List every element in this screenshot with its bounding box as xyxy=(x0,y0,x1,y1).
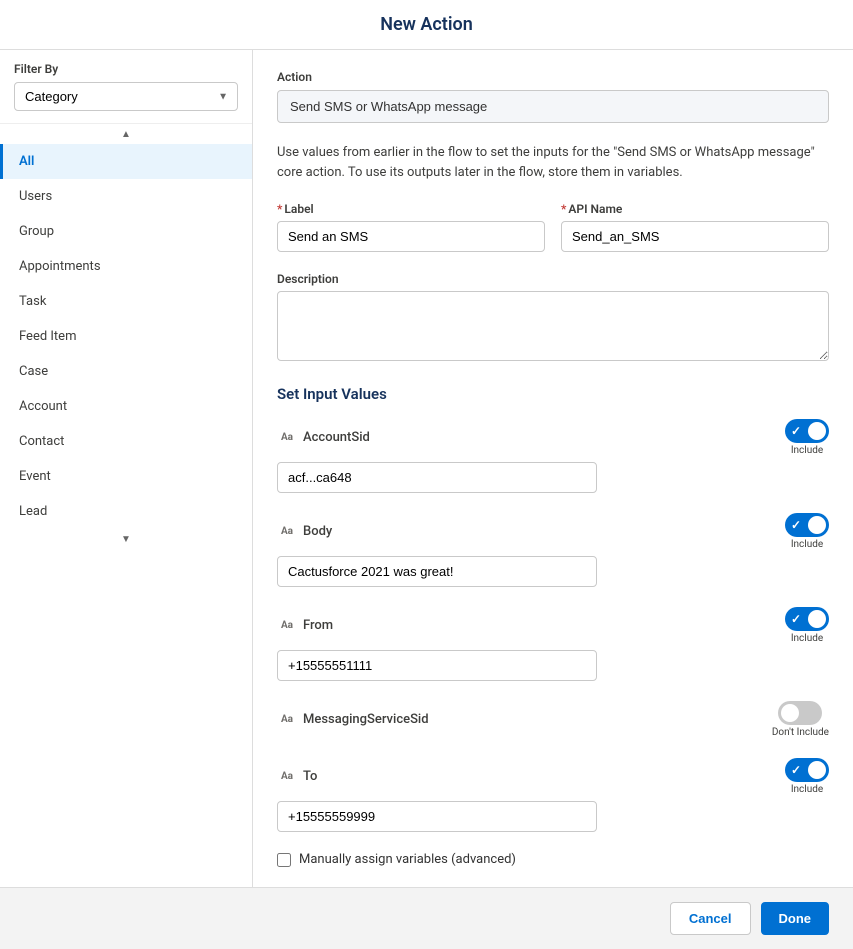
type-icon-messaging-service-sid: Aa xyxy=(277,712,297,728)
modal-title: New Action xyxy=(380,14,473,35)
field-name-to: To xyxy=(303,769,317,784)
field-name-body: Body xyxy=(303,524,332,539)
description-label: Description xyxy=(277,272,829,286)
value-input-to[interactable] xyxy=(277,801,597,832)
type-icon-body: Aa xyxy=(277,524,297,540)
toggle-from[interactable]: ✓ xyxy=(785,607,829,631)
action-field-input[interactable] xyxy=(277,90,829,123)
sidebar-item-users[interactable]: Users xyxy=(0,179,252,214)
field-name-messaging-service-sid: MessagingServiceSid xyxy=(303,712,429,727)
category-filter-select[interactable]: Category xyxy=(14,82,238,111)
info-text: Use values from earlier in the flow to s… xyxy=(277,143,829,182)
label-group: *Label xyxy=(277,202,545,252)
field-row-body: Aa Body ✓ Include xyxy=(277,513,829,587)
required-star-label: * xyxy=(277,202,282,216)
sidebar-item-task[interactable]: Task xyxy=(0,284,252,319)
sidebar-item-group[interactable]: Group xyxy=(0,214,252,249)
field-label-from: Aa From xyxy=(277,618,333,634)
modal-container: New Action Filter By Category ▼ ▲ All Us… xyxy=(0,0,853,949)
sidebar-items-list: All Users Group Appointments Task Feed I… xyxy=(0,144,252,529)
done-button[interactable]: Done xyxy=(761,902,830,935)
toggle-label-from: Include xyxy=(791,633,823,644)
filter-section: Filter By Category ▼ xyxy=(0,50,252,124)
api-name-group: *API Name xyxy=(561,202,829,252)
advanced-checkbox-row: Manually assign variables (advanced) xyxy=(277,852,829,867)
field-header-messaging-service-sid: Aa MessagingServiceSid Don't Include xyxy=(277,701,829,738)
toggle-to[interactable]: ✓ xyxy=(785,758,829,782)
toggle-label-to: Include xyxy=(791,784,823,795)
type-icon-to: Aa xyxy=(277,769,297,785)
advanced-checkbox[interactable] xyxy=(277,853,291,867)
description-textarea[interactable] xyxy=(277,291,829,361)
field-name-account-sid: AccountSid xyxy=(303,430,370,445)
field-label-messaging-service-sid: Aa MessagingServiceSid xyxy=(277,712,429,728)
toggle-account-sid[interactable]: ✓ xyxy=(785,419,829,443)
sidebar-list-wrapper: ▲ All Users Group Appointments Task Feed… xyxy=(0,124,252,887)
api-name-field-label: *API Name xyxy=(561,202,829,216)
required-star-api: * xyxy=(561,202,566,216)
description-group: Description xyxy=(277,272,829,365)
toggle-group-account-sid: ✓ Include xyxy=(785,419,829,456)
modal-body: Filter By Category ▼ ▲ All Users Group A… xyxy=(0,50,853,887)
sidebar: Filter By Category ▼ ▲ All Users Group A… xyxy=(0,50,253,887)
field-row-account-sid: Aa AccountSid ✓ Include xyxy=(277,419,829,493)
sidebar-item-event[interactable]: Event xyxy=(0,459,252,494)
field-header-from: Aa From ✓ Include xyxy=(277,607,829,644)
value-input-account-sid[interactable] xyxy=(277,462,597,493)
sidebar-item-contact[interactable]: Contact xyxy=(0,424,252,459)
filter-label: Filter By xyxy=(14,62,238,76)
field-label-to: Aa To xyxy=(277,769,317,785)
field-header-account-sid: Aa AccountSid ✓ Include xyxy=(277,419,829,456)
modal-header: New Action xyxy=(0,0,853,50)
action-section: Action xyxy=(277,70,829,123)
field-label-account-sid: Aa AccountSid xyxy=(277,430,370,446)
filter-select-wrapper: Category ▼ xyxy=(14,82,238,111)
label-api-row: *Label *API Name xyxy=(277,202,829,252)
field-row-to: Aa To ✓ Include xyxy=(277,758,829,832)
set-input-values-title: Set Input Values xyxy=(277,385,829,403)
type-icon-account-sid: Aa xyxy=(277,430,297,446)
cancel-button[interactable]: Cancel xyxy=(670,902,751,935)
type-icon-from: Aa xyxy=(277,618,297,634)
field-name-from: From xyxy=(303,618,333,633)
value-input-body[interactable] xyxy=(277,556,597,587)
toggle-label-body: Include xyxy=(791,539,823,550)
field-row-from: Aa From ✓ Include xyxy=(277,607,829,681)
sidebar-item-lead[interactable]: Lead xyxy=(0,494,252,529)
api-name-input[interactable] xyxy=(561,221,829,252)
toggle-group-messaging-service-sid: Don't Include xyxy=(772,701,829,738)
modal-footer: Cancel Done xyxy=(0,887,853,949)
sidebar-item-all[interactable]: All xyxy=(0,144,252,179)
sidebar-item-case[interactable]: Case xyxy=(0,354,252,389)
field-header-body: Aa Body ✓ Include xyxy=(277,513,829,550)
value-input-from[interactable] xyxy=(277,650,597,681)
sidebar-item-account[interactable]: Account xyxy=(0,389,252,424)
toggle-messaging-service-sid[interactable] xyxy=(778,701,822,725)
toggle-label-account-sid: Include xyxy=(791,445,823,456)
toggle-group-to: ✓ Include xyxy=(785,758,829,795)
toggle-body[interactable]: ✓ xyxy=(785,513,829,537)
sidebar-item-appointments[interactable]: Appointments xyxy=(0,249,252,284)
scroll-up-icon[interactable]: ▲ xyxy=(0,124,252,144)
toggle-label-messaging-service-sid: Don't Include xyxy=(772,727,829,738)
action-field-label: Action xyxy=(277,70,829,84)
main-content: Action Use values from earlier in the fl… xyxy=(253,50,853,887)
description-wrapper xyxy=(277,291,829,365)
field-header-to: Aa To ✓ Include xyxy=(277,758,829,795)
toggle-group-from: ✓ Include xyxy=(785,607,829,644)
sidebar-item-feed-item[interactable]: Feed Item xyxy=(0,319,252,354)
advanced-checkbox-label: Manually assign variables (advanced) xyxy=(299,852,516,867)
label-field-label: *Label xyxy=(277,202,545,216)
toggle-group-body: ✓ Include xyxy=(785,513,829,550)
field-row-messaging-service-sid: Aa MessagingServiceSid Don't Include xyxy=(277,701,829,738)
label-input[interactable] xyxy=(277,221,545,252)
field-label-body: Aa Body xyxy=(277,524,332,540)
scroll-down-icon[interactable]: ▼ xyxy=(0,529,252,549)
